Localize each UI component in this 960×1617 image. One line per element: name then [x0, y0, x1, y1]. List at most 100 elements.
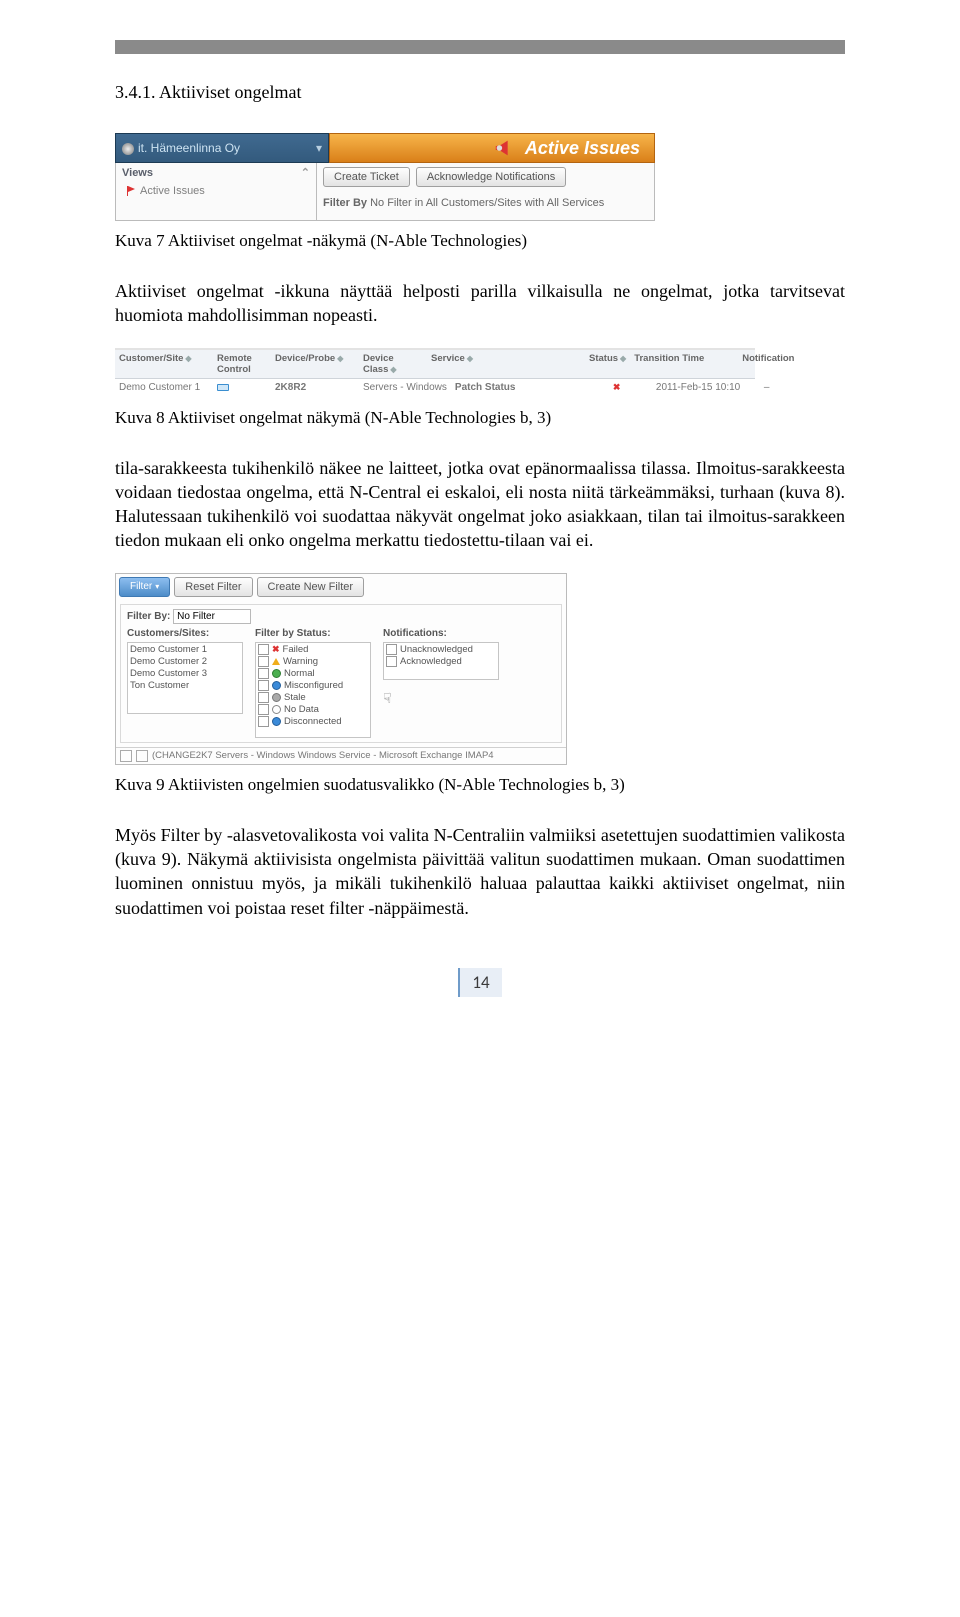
- views-label: Views: [122, 167, 153, 179]
- notifications-column: Notifications: Unacknowledged Acknowledg…: [383, 628, 499, 738]
- views-item-active-issues[interactable]: Active Issues: [116, 182, 316, 200]
- figure-8-issues-table: Customer/Site◆ Remote Control Device/Pro…: [115, 348, 755, 398]
- checkbox-icon[interactable]: [386, 656, 397, 667]
- status-item-normal[interactable]: Normal: [258, 668, 368, 680]
- sort-icon[interactable]: ◆: [390, 365, 396, 374]
- status-text: Failed: [283, 644, 309, 655]
- checkbox-icon[interactable]: [258, 644, 269, 655]
- checkbox-icon[interactable]: [136, 750, 148, 762]
- list-item[interactable]: Demo Customer 1: [130, 644, 240, 656]
- views-panel: Views ⌃ Active Issues: [115, 163, 317, 221]
- page-number-wrap: 14: [115, 968, 845, 997]
- figure-7-active-issues-header: it. Hämeenlinna Oy ▾ Active Issues Views…: [115, 133, 655, 221]
- checkbox-icon[interactable]: [258, 704, 269, 715]
- checkbox-icon[interactable]: [258, 716, 269, 727]
- col-customer-site[interactable]: Customer/Site: [119, 353, 183, 364]
- figure-7-caption: Kuva 7 Aktiiviset ongelmat -näkymä (N-Ab…: [115, 231, 845, 251]
- customers-list[interactable]: Demo Customer 1 Demo Customer 2 Demo Cus…: [127, 642, 243, 714]
- create-new-filter-button[interactable]: Create New Filter: [257, 577, 365, 597]
- cell-device-class: Servers - Windows: [359, 382, 451, 395]
- figure-9-filter-panel: Filter ▾ Reset Filter Create New Filter …: [115, 573, 567, 765]
- status-text: Normal: [284, 668, 315, 679]
- col-remote-control[interactable]: Remote Control: [217, 353, 252, 375]
- acknowledge-notifications-button[interactable]: Acknowledge Notifications: [416, 167, 566, 187]
- misconfigured-icon: [272, 681, 281, 690]
- status-column: Filter by Status: ✖Failed Warning Normal…: [255, 628, 371, 738]
- cell-status: ✖: [609, 382, 652, 395]
- chevron-down-icon: ▾: [316, 141, 322, 155]
- status-text: Misconfigured: [284, 680, 343, 691]
- col-status[interactable]: Status: [589, 353, 618, 364]
- notif-item-acknowledged[interactable]: Acknowledged: [386, 656, 496, 668]
- col-notification[interactable]: Notification: [742, 353, 794, 364]
- status-item-stale[interactable]: Stale: [258, 692, 368, 704]
- sort-icon[interactable]: ◆: [337, 354, 343, 363]
- sort-icon[interactable]: ◆: [185, 354, 191, 363]
- figure-9-caption: Kuva 9 Aktiivisten ongelmien suodatusval…: [115, 775, 845, 795]
- create-ticket-button[interactable]: Create Ticket: [323, 167, 410, 187]
- filter-by-row: Filter By:: [127, 609, 555, 624]
- list-item[interactable]: Ton Customer: [130, 680, 240, 692]
- filter-label: Filter: [130, 581, 152, 592]
- status-item-nodata[interactable]: No Data: [258, 704, 368, 716]
- checkbox-icon[interactable]: [258, 656, 269, 667]
- status-item-disconnected[interactable]: Disconnected: [258, 716, 368, 728]
- flag-icon: [126, 186, 136, 196]
- checkbox-icon[interactable]: [258, 668, 269, 679]
- status-item-misconfigured[interactable]: Misconfigured: [258, 680, 368, 692]
- table-header-row: Customer/Site◆ Remote Control Device/Pro…: [115, 350, 755, 379]
- filter-result-row[interactable]: (CHANGE2K7 Servers - Windows Windows Ser…: [116, 747, 566, 764]
- notif-text: Unacknowledged: [400, 644, 473, 655]
- nodata-icon: [272, 705, 281, 714]
- filter-toolbar: Filter ▾ Reset Filter Create New Filter: [116, 574, 566, 600]
- views-item-label: Active Issues: [140, 185, 205, 197]
- sort-icon[interactable]: ◆: [467, 354, 473, 363]
- toolbar-panel: Create Ticket Acknowledge Notifications …: [317, 163, 655, 221]
- filter-options-box: Filter By: Customers/Sites: Demo Custome…: [120, 604, 562, 743]
- org-logo-icon: [122, 143, 134, 155]
- collapse-icon[interactable]: ⌃: [301, 166, 310, 179]
- checkbox-icon[interactable]: [386, 644, 397, 655]
- body-paragraph-3: Myös Filter by -alasvetovalikosta voi va…: [115, 823, 845, 920]
- megaphone-icon: [493, 137, 515, 159]
- org-name: it. Hämeenlinna Oy: [138, 141, 240, 155]
- status-item-failed[interactable]: ✖Failed: [258, 644, 368, 656]
- filter-by-label: Filter By:: [127, 611, 170, 622]
- cell-transition-time: 2011-Feb-15 10:10: [652, 382, 760, 395]
- figure-8-caption: Kuva 8 Aktiiviset ongelmat näkymä (N-Abl…: [115, 408, 845, 428]
- filter-dropdown-button[interactable]: Filter ▾: [119, 577, 170, 597]
- page-number: 14: [458, 968, 501, 997]
- notifications-label: Notifications:: [383, 628, 499, 639]
- status-text: Disconnected: [284, 716, 342, 727]
- org-selector[interactable]: it. Hämeenlinna Oy ▾: [115, 133, 329, 163]
- list-item[interactable]: Demo Customer 2: [130, 656, 240, 668]
- checkbox-icon[interactable]: [258, 692, 269, 703]
- status-label: Filter by Status:: [255, 628, 371, 639]
- sort-icon[interactable]: ◆: [620, 354, 626, 363]
- cell-remote-control[interactable]: [213, 382, 271, 395]
- filter-by-input[interactable]: [173, 609, 251, 624]
- cursor-pointer-icon: ☟: [383, 690, 499, 707]
- cell-notification: –: [760, 382, 774, 395]
- failed-icon: ✖: [272, 644, 280, 655]
- notif-item-unacknowledged[interactable]: Unacknowledged: [386, 644, 496, 656]
- checkbox-icon[interactable]: [258, 680, 269, 691]
- checkbox-icon[interactable]: [120, 750, 132, 762]
- cell-customer-site: Demo Customer 1: [115, 382, 213, 395]
- table-row[interactable]: Demo Customer 1 2K8R2 Servers - Windows …: [115, 379, 755, 398]
- active-issues-banner: Active Issues: [329, 133, 655, 163]
- failed-icon: ✖: [613, 382, 621, 392]
- status-item-warning[interactable]: Warning: [258, 656, 368, 668]
- normal-icon: [272, 669, 281, 678]
- stale-icon: [272, 693, 281, 702]
- status-list[interactable]: ✖Failed Warning Normal Misconfigured Sta…: [255, 642, 371, 738]
- col-device-probe[interactable]: Device/Probe: [275, 353, 335, 364]
- banner-title: Active Issues: [525, 138, 640, 159]
- list-item[interactable]: Demo Customer 3: [130, 668, 240, 680]
- col-transition-time[interactable]: Transition Time: [634, 353, 704, 364]
- notifications-list[interactable]: Unacknowledged Acknowledged: [383, 642, 499, 680]
- status-text: No Data: [284, 704, 319, 715]
- reset-filter-button[interactable]: Reset Filter: [174, 577, 252, 597]
- warning-icon: [272, 658, 280, 665]
- col-service[interactable]: Service: [431, 353, 465, 364]
